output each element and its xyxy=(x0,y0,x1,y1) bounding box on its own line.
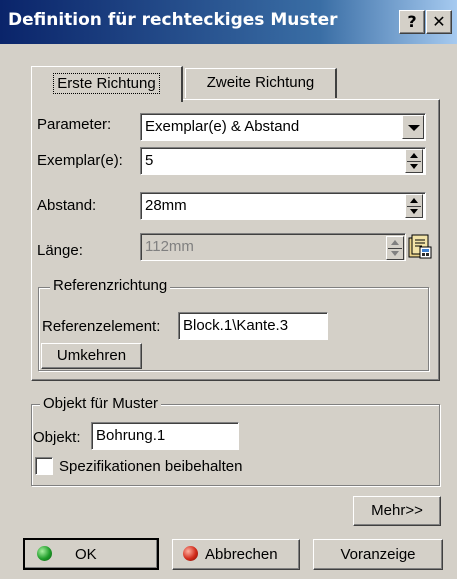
spin-up-icon xyxy=(410,198,418,203)
reference-element-field[interactable]: Block.1\Kante.3 xyxy=(178,312,328,340)
spacing-spinner[interactable] xyxy=(405,194,423,218)
object-group-label: Objekt für Muster xyxy=(40,395,162,412)
tab-label: Zweite Richtung xyxy=(206,74,315,91)
keep-specs-checkbox[interactable] xyxy=(35,457,53,475)
preview-button-label: Voranzeige xyxy=(340,546,416,563)
spin-down-icon xyxy=(410,209,418,214)
formula-icon[interactable] xyxy=(407,232,433,260)
preview-button[interactable]: Voranzeige xyxy=(313,539,443,570)
more-button-label: Mehr>> xyxy=(371,502,423,519)
tab-erste-richtung[interactable]: Erste Richtung xyxy=(31,66,183,102)
spin-up-icon xyxy=(410,153,418,158)
object-label: Objekt: xyxy=(33,429,81,446)
close-icon: ✕ xyxy=(432,12,446,31)
reverse-button-label: Umkehren xyxy=(56,347,127,364)
length-label: Länge: xyxy=(37,242,83,259)
parameter-dropdown-button[interactable] xyxy=(402,115,424,139)
window-title: Definition für rechteckiges Muster xyxy=(8,10,338,30)
reference-group-label: Referenzrichtung xyxy=(50,277,171,294)
instances-spinner[interactable] xyxy=(405,149,423,173)
reference-element-label: Referenzelement: xyxy=(42,318,161,335)
parameter-select-value: Exemplar(e) & Abstand xyxy=(145,118,300,135)
spin-up-icon xyxy=(391,240,399,245)
ok-button[interactable]: OK xyxy=(23,538,159,570)
cancel-button[interactable]: Abbrechen xyxy=(172,539,300,570)
instances-label: Exemplar(e): xyxy=(37,152,123,169)
instances-field[interactable]: 5 xyxy=(140,147,426,175)
cancel-icon xyxy=(183,546,198,561)
keep-specs-label: Spezifikationen beibehalten xyxy=(59,458,243,475)
chevron-down-icon xyxy=(408,125,420,131)
ok-icon xyxy=(37,546,52,561)
close-button[interactable]: ✕ xyxy=(426,10,452,34)
tab-zweite-richtung[interactable]: Zweite Richtung xyxy=(185,68,337,98)
reverse-button[interactable]: Umkehren xyxy=(41,343,142,369)
spin-down-icon xyxy=(391,251,399,256)
parameter-select[interactable]: Exemplar(e) & Abstand xyxy=(140,113,426,141)
spin-down-icon xyxy=(410,164,418,169)
length-field: 112mm xyxy=(140,233,406,261)
more-button[interactable]: Mehr>> xyxy=(353,496,441,526)
parameter-label: Parameter: xyxy=(37,116,112,133)
cancel-button-label: Abbrechen xyxy=(205,546,278,563)
length-spinner xyxy=(386,236,404,260)
ok-button-label: OK xyxy=(75,546,97,563)
spacing-label: Abstand: xyxy=(37,197,97,214)
spacing-field[interactable]: 28mm xyxy=(140,192,426,220)
help-button[interactable]: ? xyxy=(399,10,425,34)
tab-label: Erste Richtung xyxy=(53,73,160,94)
object-field[interactable]: Bohrung.1 xyxy=(91,422,239,450)
